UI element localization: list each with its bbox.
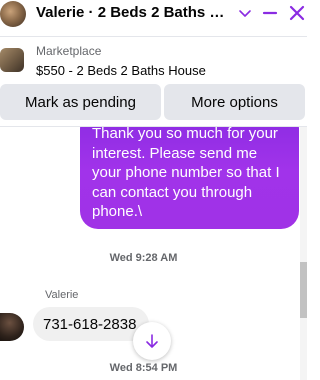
avatar[interactable] [0, 1, 26, 27]
arrow-down-icon [146, 334, 158, 348]
chat-title[interactable]: Valerie · 2 Beds 2 Baths Ho... [36, 4, 232, 22]
incoming-message-bubble: 731-618-2838 [33, 307, 149, 341]
timestamp: Wed 9:28 AM [109, 252, 178, 264]
chat-header: Valerie · 2 Beds 2 Baths Ho... [0, 0, 307, 28]
incoming-message-text: 731-618-2838 [43, 315, 137, 333]
marketplace-label: Marketplace [36, 44, 102, 58]
actions-divider [0, 126, 307, 127]
more-options-button[interactable]: More options [164, 84, 305, 120]
header-divider [0, 36, 307, 37]
mark-as-pending-button[interactable]: Mark as pending [0, 84, 161, 120]
close-icon[interactable] [289, 4, 305, 22]
scrollbar-track[interactable] [300, 127, 307, 380]
outgoing-message-text: Thank you so much for your interest. Ple… [92, 125, 280, 220]
minimize-icon[interactable] [262, 5, 278, 21]
scroll-to-bottom-button[interactable] [133, 322, 171, 360]
scrollbar-thumb[interactable] [300, 262, 307, 318]
listing-thumbnail[interactable] [0, 48, 24, 72]
chevron-down-icon[interactable] [237, 5, 253, 21]
timestamp: Wed 8:54 PM [109, 362, 178, 374]
avatar[interactable] [0, 313, 24, 341]
listing-description[interactable]: $550 - 2 Beds 2 Baths House [36, 63, 206, 79]
outgoing-message-bubble: Thank you so much for your interest. Ple… [80, 111, 299, 229]
sender-name: Valerie [45, 289, 79, 301]
